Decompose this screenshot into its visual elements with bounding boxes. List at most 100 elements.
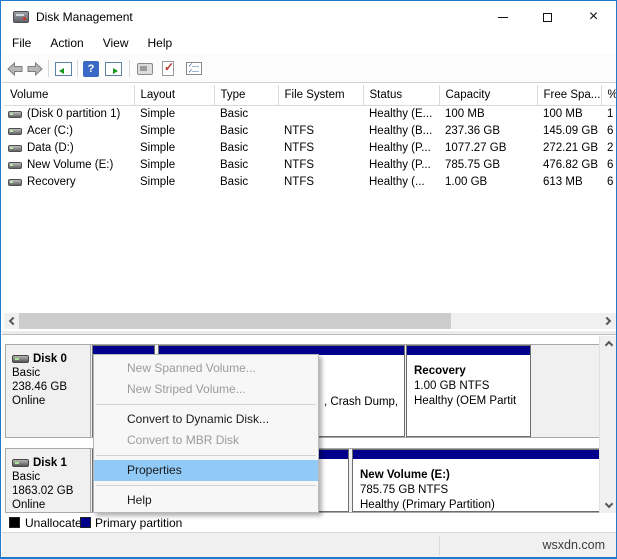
table-row[interactable]: Recovery Simple Basic NTFS Healthy (... … (4, 173, 616, 190)
help-button[interactable]: ? (83, 60, 99, 77)
cell-status: Healthy (P... (363, 139, 439, 156)
menu-bar: File Action View Help (2, 32, 616, 54)
chevron-up-icon (604, 341, 612, 349)
show-action-pane-button[interactable] (105, 60, 122, 77)
console-tree-icon (55, 62, 72, 76)
cell-volume: (Disk 0 partition 1) (27, 108, 120, 120)
scroll-down-button[interactable] (600, 498, 617, 513)
table-row[interactable]: Acer (C:) Simple Basic NTFS Healthy (B..… (4, 122, 616, 139)
col-capacity[interactable]: Capacity (439, 85, 537, 105)
validate-button[interactable] (162, 60, 174, 77)
minimize-button[interactable] (480, 2, 525, 32)
primary-partition-label: Primary partition (95, 516, 182, 530)
disk1-capacity: 1863.02 GB (12, 484, 90, 498)
menu-action[interactable]: Action (50, 36, 83, 50)
col-percent[interactable]: % (601, 85, 616, 105)
col-free-space[interactable]: Free Spa... (537, 85, 601, 105)
close-icon: × (589, 9, 598, 25)
menu-item-properties[interactable]: Properties (94, 460, 318, 481)
scroll-right-button[interactable] (601, 313, 616, 329)
cell-status: Healthy (... (363, 173, 439, 190)
cell-file-system: NTFS (278, 122, 363, 139)
partition-size: 1.00 GB NTFS (414, 379, 530, 394)
forward-button[interactable] (27, 60, 43, 77)
table-row[interactable]: (Disk 0 partition 1) Simple Basic Health… (4, 105, 616, 122)
disk0-partition-recovery[interactable]: Recovery 1.00 GB NTFS Healthy (OEM Parti… (406, 345, 531, 437)
cell-free-space: 100 MB (537, 105, 601, 122)
cell-capacity: 785.75 GB (439, 156, 537, 173)
volume-icon (8, 145, 22, 152)
maximize-button[interactable] (525, 2, 570, 32)
customize-button[interactable] (186, 60, 202, 77)
back-icon (7, 62, 23, 76)
col-status[interactable]: Status (363, 85, 439, 105)
table-row[interactable]: Data (D:) Simple Basic NTFS Healthy (P..… (4, 139, 616, 156)
watermark: wsxdn.com (542, 538, 605, 552)
cell-capacity: 237.36 GB (439, 122, 537, 139)
back-button[interactable] (7, 60, 23, 77)
partition-name: Recovery (414, 364, 530, 379)
maximize-icon (543, 13, 552, 22)
cell-capacity: 1077.27 GB (439, 139, 537, 156)
minimize-icon (498, 17, 508, 18)
cell-status: Healthy (E... (363, 105, 439, 122)
menu-view[interactable]: View (103, 36, 129, 50)
disk1-partition-new-volume[interactable]: New Volume (E:) 785.75 GB NTFS Healthy (… (352, 449, 600, 512)
cell-layout: Simple (134, 156, 214, 173)
action-pane-icon (105, 62, 122, 76)
partition-status: Healthy (Primary Partition) (360, 498, 599, 513)
volume-icon (8, 162, 22, 169)
vertical-scrollbar[interactable] (599, 336, 616, 513)
cell-type: Basic (214, 105, 278, 122)
volume-list-pane: Volume Layout Type File System Status Ca… (2, 84, 616, 313)
cell-free-space: 613 MB (537, 173, 601, 190)
partition-color-strip (407, 346, 530, 355)
window-title: Disk Management (36, 10, 133, 24)
partition-status: Healthy (OEM Partit (414, 394, 530, 409)
cell-volume: Data (D:) (27, 142, 74, 154)
help-icon: ? (83, 61, 99, 77)
unallocated-color-swatch (9, 517, 20, 528)
menu-item-help[interactable]: Help (94, 490, 318, 511)
disk-icon (12, 459, 29, 467)
chevron-right-icon (603, 317, 611, 325)
status-bar: wsxdn.com (2, 532, 616, 557)
scroll-up-button[interactable] (600, 336, 617, 351)
col-volume[interactable]: Volume (4, 85, 134, 105)
legend-bar: Unallocated Primary partition (2, 514, 616, 532)
check-document-icon (162, 61, 174, 76)
toolbar-separator (77, 60, 78, 77)
menu-file[interactable]: File (12, 36, 31, 50)
col-file-system[interactable]: File System (278, 85, 363, 105)
col-type[interactable]: Type (214, 85, 278, 105)
disk1-name: Disk 1 (33, 457, 67, 469)
volume-icon (8, 128, 22, 135)
cell-capacity: 100 MB (439, 105, 537, 122)
menu-item-convert-to-dynamic-disk[interactable]: Convert to Dynamic Disk... (94, 409, 318, 430)
horizontal-scrollbar[interactable] (4, 313, 616, 329)
disk1-label-panel[interactable]: Disk 1 Basic 1863.02 GB Online (6, 449, 91, 512)
cell-file-system (278, 105, 363, 122)
menu-help[interactable]: Help (148, 36, 173, 50)
checklist-icon (186, 62, 202, 75)
disk-icon (12, 355, 29, 363)
close-button[interactable]: × (570, 2, 617, 32)
chevron-down-icon (604, 500, 612, 508)
cell-percent: 6 (601, 122, 616, 139)
scroll-left-button[interactable] (4, 313, 19, 329)
chevron-left-icon (9, 317, 17, 325)
menu-item-new-spanned-volume: New Spanned Volume... (94, 358, 318, 379)
cell-file-system: NTFS (278, 156, 363, 173)
menu-separator (96, 404, 316, 405)
table-row[interactable]: New Volume (E:) Simple Basic NTFS Health… (4, 156, 616, 173)
horizontal-scroll-thumb[interactable] (19, 313, 451, 329)
volume-icon (8, 111, 22, 118)
views-button[interactable] (137, 60, 153, 77)
menu-separator (96, 455, 316, 456)
cell-status: Healthy (P... (363, 156, 439, 173)
col-layout[interactable]: Layout (134, 85, 214, 105)
cell-layout: Simple (134, 122, 214, 139)
cell-file-system: NTFS (278, 139, 363, 156)
show-console-tree-button[interactable] (55, 60, 72, 77)
disk0-label-panel[interactable]: Disk 0 Basic 238.46 GB Online (6, 345, 91, 437)
